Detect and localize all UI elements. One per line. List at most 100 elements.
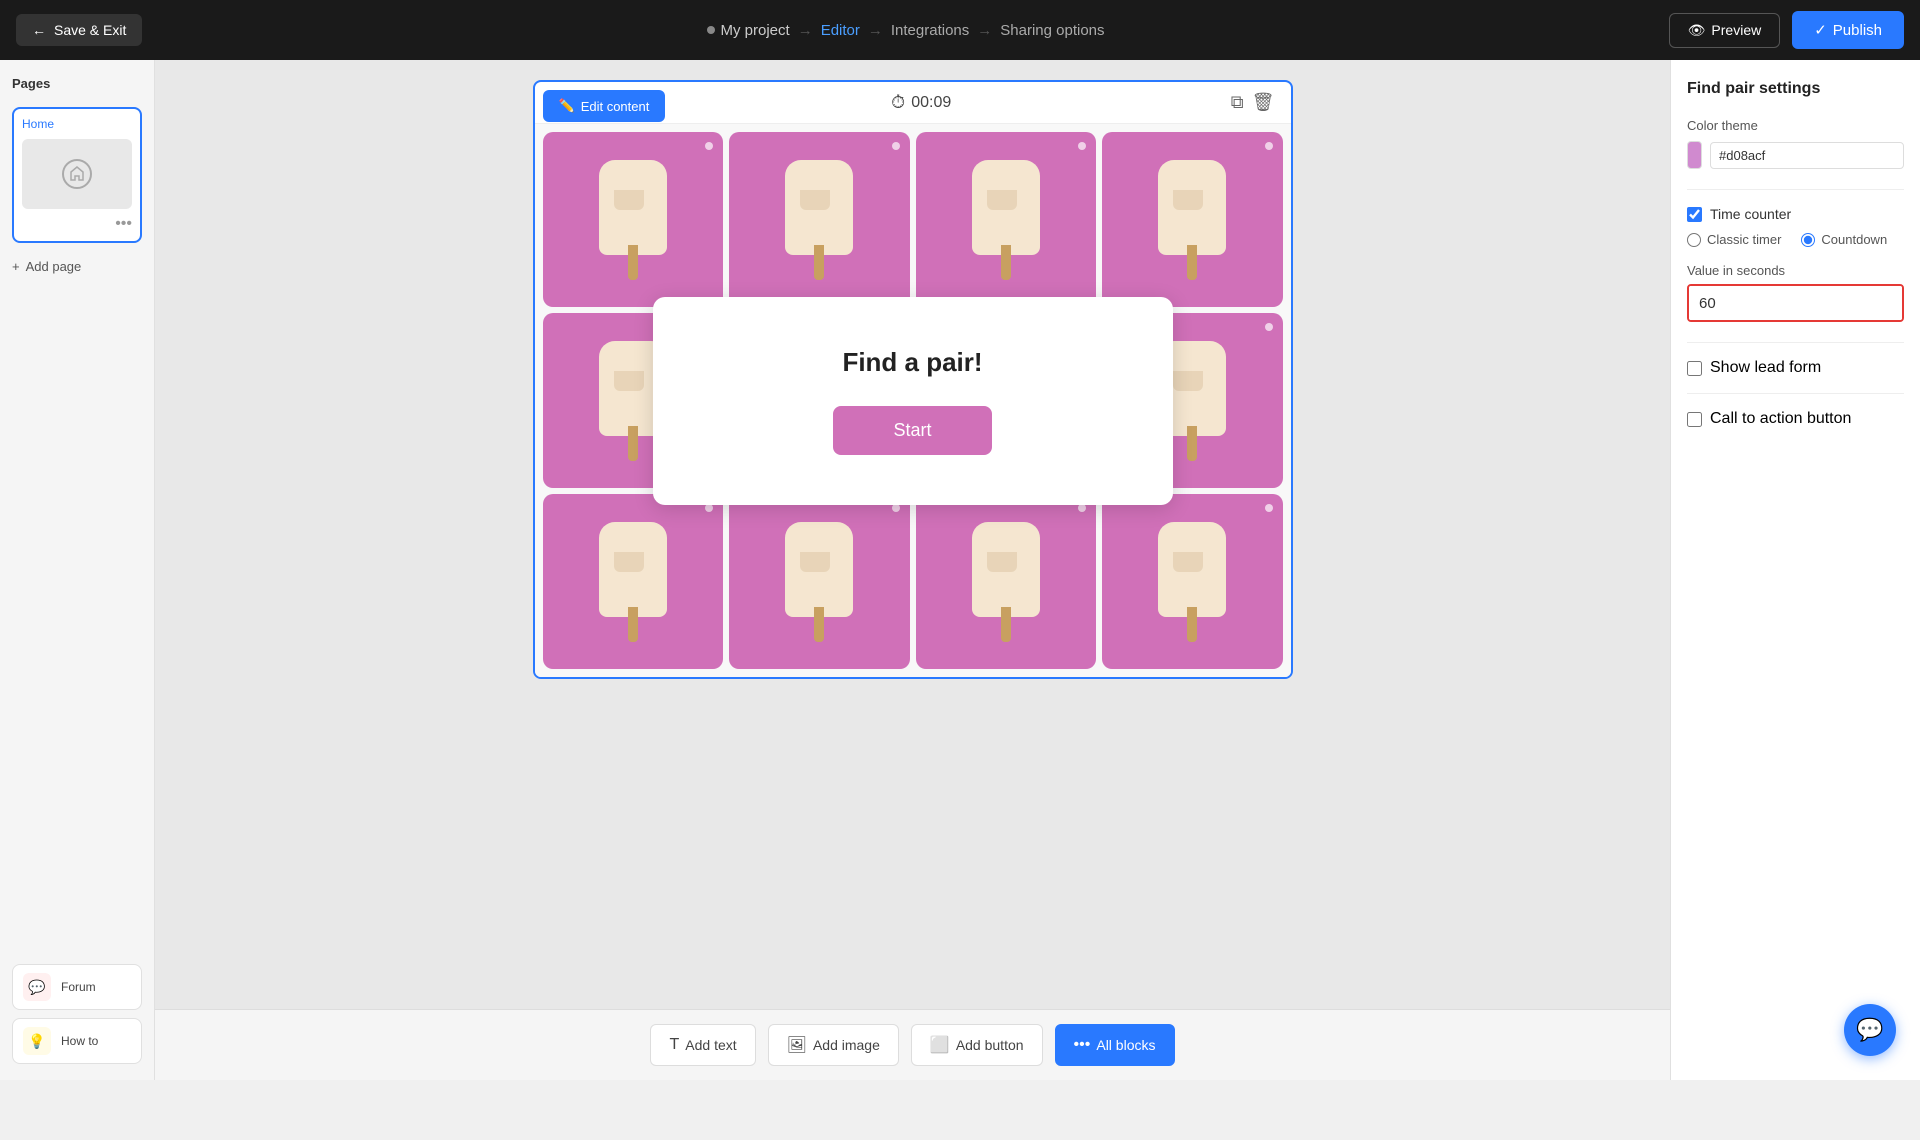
add-page-button[interactable]: + Add page: [12, 255, 142, 278]
add-button-button[interactable]: ⬜ Add button: [911, 1024, 1043, 1066]
nav-integrations[interactable]: Integrations: [891, 22, 969, 39]
main-layout: Pages Home ••• + Add page 💬 Forum: [0, 60, 1920, 1080]
page-options-button[interactable]: •••: [115, 215, 132, 233]
time-counter-label: Time counter: [1710, 206, 1791, 222]
chat-bubble[interactable]: 💬: [1844, 1004, 1896, 1056]
nav-center: My project → Editor → Integrations → Sha…: [707, 22, 1105, 39]
color-row: [1687, 141, 1904, 169]
left-sidebar: Pages Home ••• + Add page 💬 Forum: [0, 60, 155, 1080]
page-thumbnail: [22, 139, 132, 209]
canvas-frame: Moves: 0 ⏱ 00:09 ⧉ 🗑: [533, 80, 1293, 679]
add-text-button[interactable]: T Add text: [650, 1024, 755, 1066]
time-counter-row: Time counter: [1687, 206, 1904, 222]
countdown-radio[interactable]: [1801, 233, 1815, 247]
pencil-icon: ✏️: [559, 98, 575, 114]
nav-separator-2: →: [868, 22, 883, 39]
add-image-button[interactable]: 🖼 Add image: [768, 1024, 899, 1066]
divider-1: [1687, 189, 1904, 190]
save-exit-button[interactable]: ← Save & Exit: [16, 14, 142, 46]
grid-cell: [729, 494, 910, 669]
project-name: My project: [707, 22, 790, 39]
lead-form-label: Show lead form: [1710, 359, 1821, 377]
image-icon: 🖼: [787, 1035, 807, 1055]
cta-label: Call to action button: [1710, 410, 1851, 428]
save-exit-label: Save & Exit: [54, 22, 126, 38]
edit-content-bar: ✏️ Edit content: [543, 90, 666, 122]
divider-3: [1687, 393, 1904, 394]
chat-icon: 💬: [1856, 1017, 1883, 1043]
time-counter-section: Time counter Classic timer Countdown Val…: [1687, 206, 1904, 322]
forum-icon: 💬: [23, 973, 51, 1001]
home-icon: [70, 166, 84, 182]
back-arrow-icon: ←: [32, 22, 46, 38]
nav-separator-3: →: [977, 22, 992, 39]
overlay-title: Find a pair!: [713, 347, 1113, 378]
grid-cell: [916, 132, 1097, 307]
pages-title: Pages: [12, 76, 142, 91]
nav-sharing[interactable]: Sharing options: [1000, 22, 1104, 39]
page-home-label: Home: [22, 117, 132, 131]
forum-label: Forum: [61, 980, 96, 994]
add-page-label: Add page: [26, 259, 82, 274]
preview-label: Preview: [1711, 22, 1761, 38]
number-input-wrapper: ▲ ▼: [1687, 284, 1904, 322]
bottom-toolbar: T Add text 🖼 Add image ⬜ Add button ••• …: [155, 1009, 1670, 1080]
all-blocks-button[interactable]: ••• All blocks: [1055, 1024, 1175, 1066]
sidebar-bottom: 💬 Forum 💡 How to: [12, 964, 142, 1064]
countdown-option: Countdown: [1801, 232, 1887, 247]
grid-cell: [729, 132, 910, 307]
timer-display: 00:09: [911, 94, 951, 112]
grid-cell: [1102, 132, 1283, 307]
canvas-area: ✏️ Edit content Moves: 0 ⏱ 00:09: [155, 60, 1670, 1080]
timer-area: ⏱ 00:09: [891, 92, 951, 113]
canvas-wrapper: ✏️ Edit content Moves: 0 ⏱ 00:09: [533, 80, 1293, 679]
checkmark-icon: ✓: [1814, 21, 1827, 39]
button-icon: ⬜: [930, 1035, 950, 1055]
plus-icon: +: [12, 259, 20, 274]
color-hex-input[interactable]: [1710, 142, 1904, 169]
start-button[interactable]: Start: [833, 406, 991, 455]
sidebar-item-forum[interactable]: 💬 Forum: [12, 964, 142, 1010]
right-panel: Find pair settings Color theme Time coun…: [1670, 60, 1920, 1080]
howto-label: How to: [61, 1034, 98, 1048]
nav-right: 👁 Preview ✓ Publish: [1669, 11, 1904, 49]
nav-editor[interactable]: Editor: [821, 22, 860, 39]
copy-button[interactable]: ⧉: [1231, 92, 1244, 113]
value-seconds-section: Value in seconds ▲ ▼: [1687, 263, 1904, 322]
game-overlay: Find a pair! Start: [653, 297, 1173, 505]
delete-button[interactable]: 🗑: [1252, 92, 1275, 113]
text-icon: T: [669, 1036, 679, 1054]
cta-checkbox[interactable]: [1687, 412, 1702, 427]
add-text-label: Add text: [685, 1037, 736, 1053]
seconds-input[interactable]: [1689, 286, 1904, 320]
preview-button[interactable]: 👁 Preview: [1669, 13, 1781, 48]
edit-content-label: Edit content: [581, 99, 650, 114]
project-dot: [707, 26, 715, 34]
game-header-actions: ⧉ 🗑: [1231, 92, 1275, 113]
edit-content-button[interactable]: ✏️ Edit content: [543, 90, 666, 122]
howto-icon: 💡: [23, 1027, 51, 1055]
divider-2: [1687, 342, 1904, 343]
grid-cell: [916, 494, 1097, 669]
panel-title: Find pair settings: [1687, 80, 1904, 98]
add-button-label: Add button: [956, 1037, 1024, 1053]
top-nav: ← Save & Exit My project → Editor → Inte…: [0, 0, 1920, 60]
publish-button[interactable]: ✓ Publish: [1792, 11, 1904, 49]
grid-cell: [543, 494, 724, 669]
grid-cell: [1102, 494, 1283, 669]
page-card-actions: •••: [22, 215, 132, 233]
time-counter-checkbox[interactable]: [1687, 207, 1702, 222]
classic-timer-radio[interactable]: [1687, 233, 1701, 247]
color-swatch[interactable]: [1687, 141, 1702, 169]
sidebar-item-howto[interactable]: 💡 How to: [12, 1018, 142, 1064]
eye-icon: 👁: [1688, 22, 1706, 39]
classic-timer-label: Classic timer: [1707, 232, 1781, 247]
lead-form-checkbox[interactable]: [1687, 361, 1702, 376]
page-card-home[interactable]: Home •••: [12, 107, 142, 243]
timer-icon: ⏱: [891, 92, 905, 113]
countdown-label: Countdown: [1821, 232, 1887, 247]
color-theme-label: Color theme: [1687, 118, 1904, 133]
cta-row: Call to action button: [1687, 410, 1904, 428]
game-container: Find a pair! Start: [535, 124, 1291, 677]
value-seconds-label: Value in seconds: [1687, 263, 1904, 278]
